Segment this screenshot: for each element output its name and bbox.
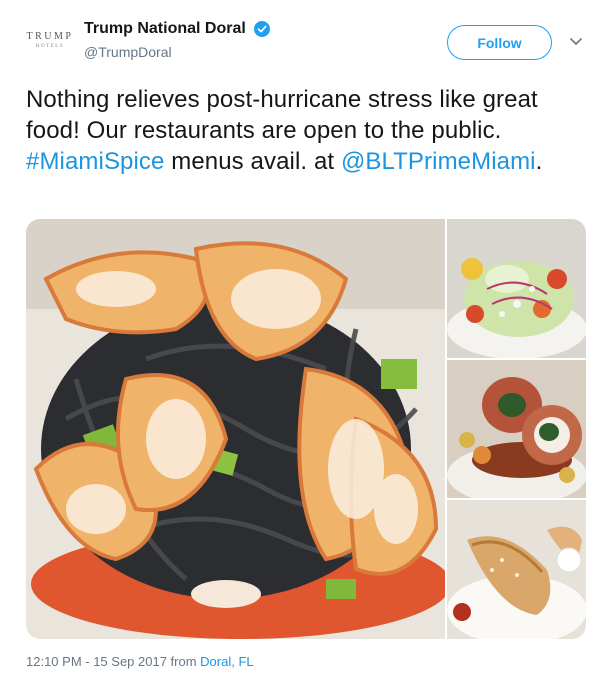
tweet-text: Nothing relieves post-hurricane stress l…	[26, 84, 586, 177]
tweet-text-part: menus avail. at	[164, 148, 341, 175]
follow-button[interactable]: Follow	[447, 25, 552, 60]
photo-dessert[interactable]	[447, 500, 586, 639]
mention-link[interactable]: @BLTPrimeMiami	[341, 148, 536, 175]
avatar-sub-text: HOTELS	[35, 44, 65, 49]
timestamp[interactable]: 12:10 PM - 15 Sep 2017 from	[26, 654, 200, 669]
account-handle[interactable]: @TrumpDoral	[84, 44, 270, 60]
tweet-metadata: 12:10 PM - 15 Sep 2017 from Doral, FL	[26, 654, 254, 669]
avatar[interactable]: TRUMP HOTELS	[22, 18, 78, 62]
chevron-down-icon[interactable]	[569, 37, 583, 47]
location-link[interactable]: Doral, FL	[200, 654, 253, 669]
photo-stuffed-roast[interactable]	[447, 360, 586, 498]
avatar-brand-text: TRUMP	[26, 31, 74, 42]
verified-badge-icon	[254, 21, 271, 37]
hashtag-link[interactable]: #MiamiSpice	[26, 148, 164, 175]
photo-salad[interactable]	[447, 219, 586, 358]
photo-shrimp-pasta[interactable]	[26, 219, 445, 639]
tweet-card: TRUMP HOTELS Trump National Doral @Trump…	[0, 0, 608, 677]
tweet-text-part: Nothing relieves post-hurricane stress l…	[26, 86, 538, 144]
media-grid	[26, 219, 586, 639]
display-name[interactable]: Trump National Doral	[84, 20, 246, 38]
account-names: Trump National Doral @TrumpDoral	[84, 20, 271, 60]
tweet-text-part: .	[535, 148, 543, 175]
